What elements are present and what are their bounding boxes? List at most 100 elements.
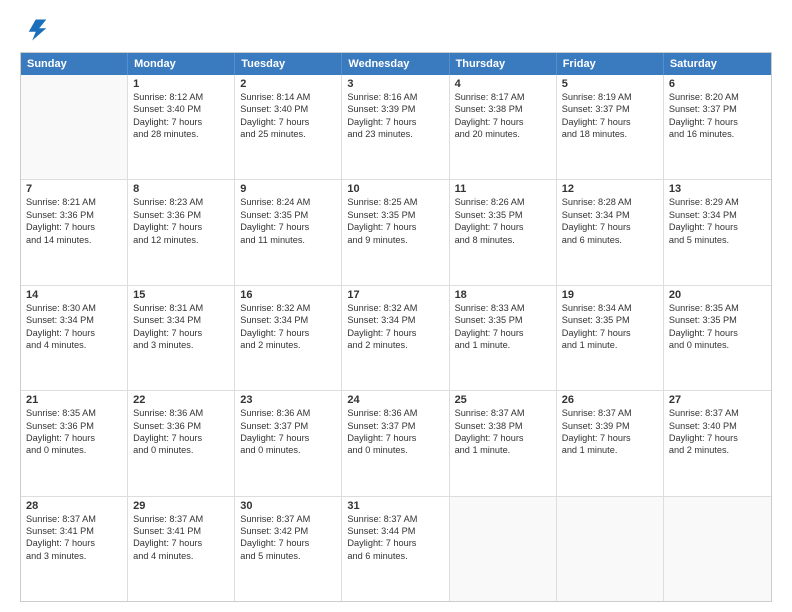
daylight-text: Daylight: 7 hours	[562, 221, 658, 233]
day-number: 22	[133, 394, 229, 406]
daylight-text: Daylight: 7 hours	[669, 432, 766, 444]
sunset-text: Sunset: 3:34 PM	[347, 314, 443, 326]
daylight-minutes-text: and 16 minutes.	[669, 128, 766, 140]
calendar-cell: 2Sunrise: 8:14 AMSunset: 3:40 PMDaylight…	[235, 75, 342, 179]
daylight-minutes-text: and 14 minutes.	[26, 234, 122, 246]
calendar-cell: 6Sunrise: 8:20 AMSunset: 3:37 PMDaylight…	[664, 75, 771, 179]
sunrise-text: Sunrise: 8:37 AM	[562, 407, 658, 419]
sunset-text: Sunset: 3:35 PM	[455, 209, 551, 221]
sunset-text: Sunset: 3:39 PM	[562, 420, 658, 432]
sunrise-text: Sunrise: 8:29 AM	[669, 196, 766, 208]
daylight-minutes-text: and 2 minutes.	[669, 444, 766, 456]
sunset-text: Sunset: 3:36 PM	[133, 209, 229, 221]
daylight-minutes-text: and 1 minute.	[562, 444, 658, 456]
sunrise-text: Sunrise: 8:20 AM	[669, 91, 766, 103]
calendar-cell: 21Sunrise: 8:35 AMSunset: 3:36 PMDayligh…	[21, 391, 128, 495]
daylight-minutes-text: and 5 minutes.	[669, 234, 766, 246]
daylight-minutes-text: and 6 minutes.	[347, 550, 443, 562]
daylight-minutes-text: and 11 minutes.	[240, 234, 336, 246]
calendar-cell: 24Sunrise: 8:36 AMSunset: 3:37 PMDayligh…	[342, 391, 449, 495]
daylight-minutes-text: and 2 minutes.	[347, 339, 443, 351]
header	[20, 16, 772, 44]
day-number: 15	[133, 289, 229, 301]
sunset-text: Sunset: 3:36 PM	[26, 209, 122, 221]
daylight-text: Daylight: 7 hours	[347, 221, 443, 233]
day-number: 18	[455, 289, 551, 301]
day-number: 6	[669, 78, 766, 90]
day-number: 19	[562, 289, 658, 301]
daylight-text: Daylight: 7 hours	[347, 537, 443, 549]
calendar-cell: 17Sunrise: 8:32 AMSunset: 3:34 PMDayligh…	[342, 286, 449, 390]
calendar-cell: 18Sunrise: 8:33 AMSunset: 3:35 PMDayligh…	[450, 286, 557, 390]
sunset-text: Sunset: 3:34 PM	[562, 209, 658, 221]
day-number: 16	[240, 289, 336, 301]
calendar-cell: 27Sunrise: 8:37 AMSunset: 3:40 PMDayligh…	[664, 391, 771, 495]
calendar-cell: 31Sunrise: 8:37 AMSunset: 3:44 PMDayligh…	[342, 497, 449, 601]
calendar-cell: 10Sunrise: 8:25 AMSunset: 3:35 PMDayligh…	[342, 180, 449, 284]
calendar-cell: 11Sunrise: 8:26 AMSunset: 3:35 PMDayligh…	[450, 180, 557, 284]
sunset-text: Sunset: 3:36 PM	[26, 420, 122, 432]
logo	[20, 16, 52, 44]
calendar-cell: 30Sunrise: 8:37 AMSunset: 3:42 PMDayligh…	[235, 497, 342, 601]
sunrise-text: Sunrise: 8:14 AM	[240, 91, 336, 103]
calendar-cell: 15Sunrise: 8:31 AMSunset: 3:34 PMDayligh…	[128, 286, 235, 390]
daylight-text: Daylight: 7 hours	[240, 537, 336, 549]
daylight-minutes-text: and 0 minutes.	[26, 444, 122, 456]
sunrise-text: Sunrise: 8:28 AM	[562, 196, 658, 208]
day-number: 5	[562, 78, 658, 90]
sunset-text: Sunset: 3:44 PM	[347, 525, 443, 537]
day-number: 13	[669, 183, 766, 195]
daylight-minutes-text: and 25 minutes.	[240, 128, 336, 140]
daylight-text: Daylight: 7 hours	[347, 327, 443, 339]
sunrise-text: Sunrise: 8:36 AM	[240, 407, 336, 419]
daylight-text: Daylight: 7 hours	[562, 432, 658, 444]
sunrise-text: Sunrise: 8:19 AM	[562, 91, 658, 103]
daylight-minutes-text: and 23 minutes.	[347, 128, 443, 140]
sunrise-text: Sunrise: 8:16 AM	[347, 91, 443, 103]
daylight-text: Daylight: 7 hours	[347, 432, 443, 444]
calendar-week-row: 7Sunrise: 8:21 AMSunset: 3:36 PMDaylight…	[21, 180, 771, 285]
day-number: 10	[347, 183, 443, 195]
sunrise-text: Sunrise: 8:35 AM	[26, 407, 122, 419]
sunrise-text: Sunrise: 8:37 AM	[240, 513, 336, 525]
calendar-cell: 7Sunrise: 8:21 AMSunset: 3:36 PMDaylight…	[21, 180, 128, 284]
daylight-text: Daylight: 7 hours	[240, 221, 336, 233]
day-number: 14	[26, 289, 122, 301]
daylight-text: Daylight: 7 hours	[133, 537, 229, 549]
daylight-minutes-text: and 8 minutes.	[455, 234, 551, 246]
sunset-text: Sunset: 3:42 PM	[240, 525, 336, 537]
calendar-cell: 22Sunrise: 8:36 AMSunset: 3:36 PMDayligh…	[128, 391, 235, 495]
sunset-text: Sunset: 3:41 PM	[26, 525, 122, 537]
calendar-cell: 29Sunrise: 8:37 AMSunset: 3:41 PMDayligh…	[128, 497, 235, 601]
daylight-text: Daylight: 7 hours	[240, 432, 336, 444]
daylight-minutes-text: and 4 minutes.	[26, 339, 122, 351]
day-number: 1	[133, 78, 229, 90]
daylight-minutes-text: and 0 minutes.	[669, 339, 766, 351]
sunrise-text: Sunrise: 8:30 AM	[26, 302, 122, 314]
daylight-text: Daylight: 7 hours	[240, 327, 336, 339]
daylight-text: Daylight: 7 hours	[133, 116, 229, 128]
daylight-text: Daylight: 7 hours	[455, 221, 551, 233]
day-number: 17	[347, 289, 443, 301]
sunset-text: Sunset: 3:34 PM	[133, 314, 229, 326]
sunrise-text: Sunrise: 8:34 AM	[562, 302, 658, 314]
sunrise-text: Sunrise: 8:32 AM	[347, 302, 443, 314]
sunset-text: Sunset: 3:37 PM	[347, 420, 443, 432]
calendar-cell: 13Sunrise: 8:29 AMSunset: 3:34 PMDayligh…	[664, 180, 771, 284]
daylight-minutes-text: and 1 minute.	[562, 339, 658, 351]
sunset-text: Sunset: 3:35 PM	[347, 209, 443, 221]
sunrise-text: Sunrise: 8:26 AM	[455, 196, 551, 208]
day-number: 28	[26, 500, 122, 512]
sunrise-text: Sunrise: 8:36 AM	[133, 407, 229, 419]
daylight-minutes-text: and 9 minutes.	[347, 234, 443, 246]
calendar-header-row: SundayMondayTuesdayWednesdayThursdayFrid…	[21, 53, 771, 75]
day-number: 11	[455, 183, 551, 195]
logo-icon	[20, 16, 48, 44]
calendar-week-row: 1Sunrise: 8:12 AMSunset: 3:40 PMDaylight…	[21, 75, 771, 180]
calendar-header-cell: Wednesday	[342, 53, 449, 75]
daylight-minutes-text: and 18 minutes.	[562, 128, 658, 140]
day-number: 26	[562, 394, 658, 406]
calendar-header-cell: Tuesday	[235, 53, 342, 75]
daylight-text: Daylight: 7 hours	[26, 432, 122, 444]
calendar-cell: 19Sunrise: 8:34 AMSunset: 3:35 PMDayligh…	[557, 286, 664, 390]
